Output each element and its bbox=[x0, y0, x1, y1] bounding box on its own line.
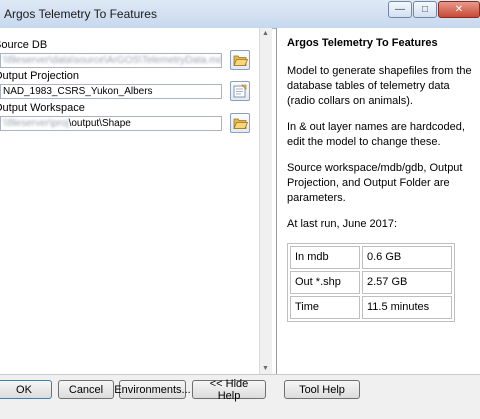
window-title: Argos Telemetry To Features bbox=[4, 7, 157, 21]
window-controls: — □ ✕ bbox=[387, 1, 480, 18]
help-paragraph: In & out layer names are hardcoded, edit… bbox=[287, 121, 465, 148]
stat-key: Time bbox=[290, 296, 360, 319]
folder-open-icon bbox=[232, 55, 248, 66]
stat-value: 0.6 GB bbox=[362, 246, 452, 269]
output-workspace-label: Output Workspace bbox=[0, 102, 85, 114]
parameters-scrollbar[interactable]: ▲ ▼ bbox=[259, 28, 272, 374]
output-workspace-visible-value: \output\Shape bbox=[68, 118, 131, 129]
output-projection-value: NAD_1983_CSRS_Yukon_Albers bbox=[3, 86, 153, 97]
scroll-down-icon[interactable]: ▼ bbox=[262, 365, 269, 372]
close-icon: ✕ bbox=[454, 4, 464, 15]
cancel-button[interactable]: Cancel bbox=[58, 380, 114, 399]
maximize-icon: □ bbox=[421, 4, 429, 15]
source-db-value: \\fileserver\data\source\ArGOS\Telemetry… bbox=[3, 55, 222, 66]
help-pane: Argos Telemetry To Features Model to gen… bbox=[276, 28, 480, 374]
hide-help-button[interactable]: << Hide Help bbox=[192, 378, 266, 402]
tool-help-button[interactable]: Tool Help bbox=[284, 380, 360, 399]
help-paragraph: At last run, June 2017: bbox=[287, 218, 398, 230]
environments-button[interactable]: Environments... bbox=[114, 380, 191, 399]
close-button[interactable]: ✕ bbox=[438, 1, 480, 18]
table-row: Out *.shp 2.57 GB bbox=[290, 271, 452, 294]
output-projection-label: Output Projection bbox=[0, 70, 79, 82]
button-bar: OK Cancel Environments... << Hide Help T… bbox=[0, 374, 480, 419]
stat-key: In mdb bbox=[290, 246, 360, 269]
help-title: Argos Telemetry To Features bbox=[287, 37, 438, 49]
ok-button[interactable]: OK bbox=[0, 380, 52, 399]
parameters-pane: Source DB \\fileserver\data\source\ArGOS… bbox=[0, 28, 272, 374]
minimize-button[interactable]: — bbox=[388, 1, 412, 18]
source-db-input[interactable]: \\fileserver\data\source\ArGOS\Telemetry… bbox=[0, 53, 222, 68]
output-workspace-hidden-value: \\fileserver\proj bbox=[3, 118, 69, 129]
stat-key: Out *.shp bbox=[290, 271, 360, 294]
maximize-button[interactable]: □ bbox=[413, 1, 437, 18]
source-db-label: Source DB bbox=[0, 39, 48, 51]
output-projection-browse-button[interactable] bbox=[230, 81, 250, 101]
source-db-browse-button[interactable] bbox=[230, 50, 250, 70]
run-stats-table: In mdb 0.6 GB Out *.shp 2.57 GB Time 11.… bbox=[287, 243, 455, 322]
stat-value: 11.5 minutes bbox=[362, 296, 452, 319]
help-paragraph: Model to generate shapefiles from the da… bbox=[287, 65, 472, 107]
output-workspace-browse-button[interactable] bbox=[230, 113, 250, 133]
stat-value: 2.57 GB bbox=[362, 271, 452, 294]
folder-open-icon bbox=[232, 118, 248, 129]
spatial-reference-icon bbox=[233, 84, 246, 98]
output-workspace-input[interactable]: \\fileserver\proj\output\Shape bbox=[0, 116, 222, 131]
table-row: Time 11.5 minutes bbox=[290, 296, 452, 319]
output-projection-input[interactable]: NAD_1983_CSRS_Yukon_Albers bbox=[0, 84, 222, 99]
scroll-up-icon[interactable]: ▲ bbox=[262, 30, 269, 37]
table-row: In mdb 0.6 GB bbox=[290, 246, 452, 269]
title-bar: Argos Telemetry To Features — □ ✕ bbox=[0, 0, 480, 29]
minimize-icon: — bbox=[395, 4, 405, 15]
help-paragraph: Source workspace/mdb/gdb, Output Project… bbox=[287, 162, 463, 204]
